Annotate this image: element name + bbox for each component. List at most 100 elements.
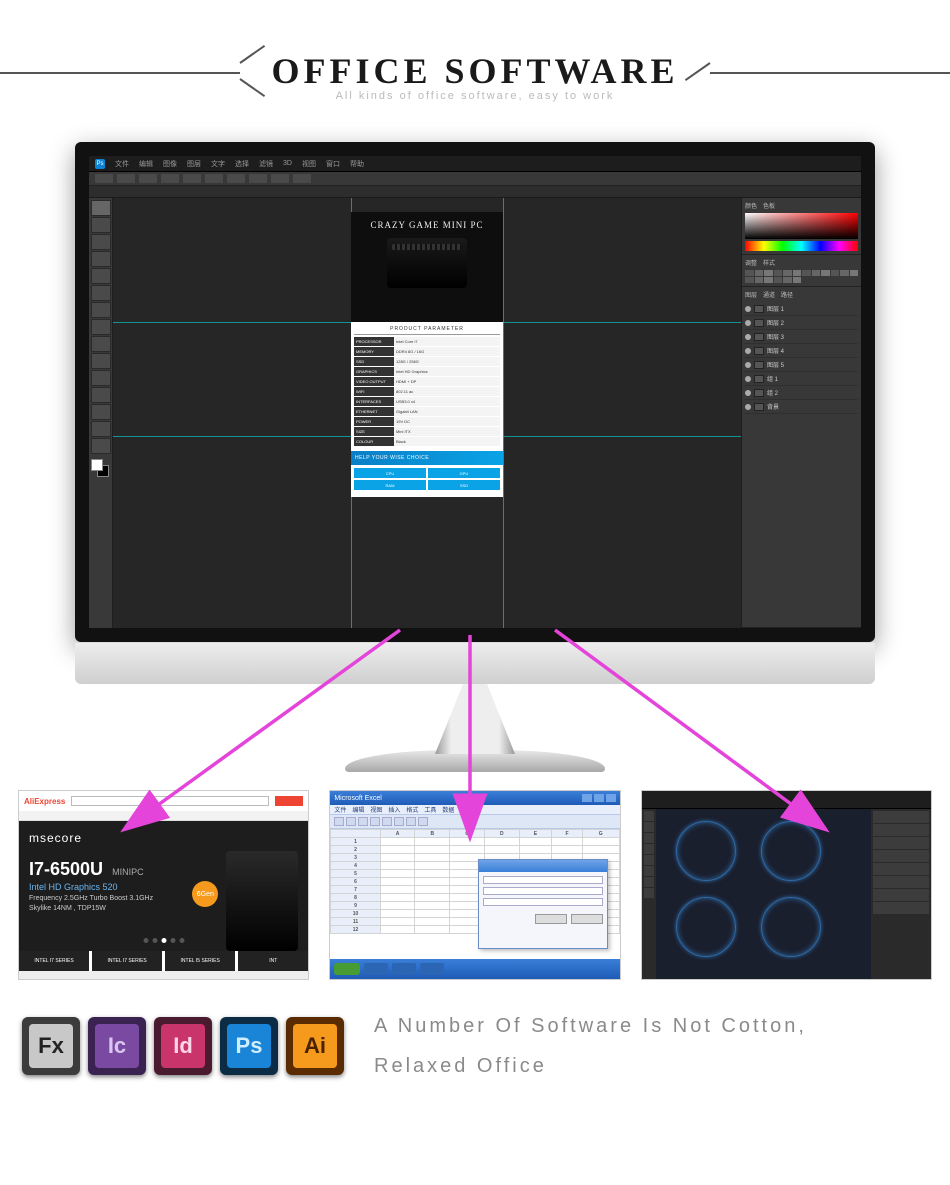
dialog-titlebar[interactable] xyxy=(479,860,607,872)
ai-canvas[interactable] xyxy=(656,809,871,979)
excel-titlebar[interactable]: Microsoft Excel xyxy=(330,791,619,805)
menu-item[interactable]: 编辑 xyxy=(139,159,153,169)
ps-panels[interactable]: 颜色 色板 调整 样式 xyxy=(741,198,861,628)
hand-tool-icon[interactable] xyxy=(91,421,111,437)
color-swatch-icon[interactable] xyxy=(91,459,109,477)
ps-toolbox[interactable] xyxy=(89,198,113,628)
tool-icon[interactable] xyxy=(418,817,428,826)
taskbar-item[interactable] xyxy=(364,963,388,975)
panel-tab[interactable]: 样式 xyxy=(763,258,775,267)
tool-icon[interactable] xyxy=(358,817,368,826)
menu-item[interactable]: 视图 xyxy=(302,159,316,169)
panel-tab[interactable]: 路径 xyxy=(781,290,793,299)
menu-item[interactable]: 文字 xyxy=(211,159,225,169)
menu-item[interactable]: 3D xyxy=(283,160,292,167)
canvas-document[interactable]: CRAZY GAME MINI PC PRODUCT PARAMETER PRO… xyxy=(351,212,503,497)
shape-tool-icon[interactable] xyxy=(91,404,111,420)
ai-toolbox[interactable] xyxy=(642,809,656,979)
excel-grid[interactable]: A B C D E F G 1 2 3 4 5 6 7 8 9 10 11 12 xyxy=(330,829,619,959)
col-header[interactable]: E xyxy=(519,830,552,838)
find-replace-dialog[interactable] xyxy=(478,859,608,949)
panel-tab[interactable]: 色板 xyxy=(763,201,775,210)
panel-row[interactable] xyxy=(873,850,929,862)
panel-row[interactable] xyxy=(873,876,929,888)
tool-icon[interactable] xyxy=(644,822,654,832)
visibility-icon[interactable] xyxy=(745,320,751,326)
panel-tab[interactable]: 通道 xyxy=(763,290,775,299)
search-button[interactable] xyxy=(275,796,303,806)
category-strip[interactable]: INTEL I7 SERIES INTEL I7 SERIES INTEL I5… xyxy=(19,951,308,971)
layer-row[interactable]: 图层 2 xyxy=(745,316,858,330)
option-chip[interactable] xyxy=(205,174,223,183)
color-picker[interactable] xyxy=(745,213,858,239)
text-tool-icon[interactable] xyxy=(91,387,111,403)
windows-taskbar[interactable] xyxy=(330,959,619,979)
panel-row[interactable] xyxy=(873,902,929,914)
tool-icon[interactable] xyxy=(644,888,654,898)
search-input[interactable] xyxy=(71,796,269,806)
find-input[interactable] xyxy=(483,876,603,884)
wand-tool-icon[interactable] xyxy=(91,251,111,267)
cancel-button[interactable] xyxy=(571,914,603,924)
option-chip[interactable] xyxy=(117,174,135,183)
eraser-tool-icon[interactable] xyxy=(91,336,111,352)
ai-menubar[interactable] xyxy=(642,791,931,809)
ps-options-bar[interactable] xyxy=(89,172,861,186)
menu-item[interactable]: 帮助 xyxy=(350,159,364,169)
tool-icon[interactable] xyxy=(644,844,654,854)
strip-item[interactable]: INTEL I5 SERIES xyxy=(165,951,235,971)
option-chip[interactable] xyxy=(95,174,113,183)
move-tool-icon[interactable] xyxy=(91,200,111,216)
strip-item[interactable]: INT xyxy=(238,951,308,971)
layer-row[interactable]: 组 2 xyxy=(745,386,858,400)
col-header[interactable]: B xyxy=(415,830,450,838)
lasso-tool-icon[interactable] xyxy=(91,234,111,250)
brush-tool-icon[interactable] xyxy=(91,302,111,318)
close-icon[interactable] xyxy=(606,794,616,802)
ps-canvas[interactable]: CRAZY GAME MINI PC PRODUCT PARAMETER PRO… xyxy=(113,198,741,628)
col-header[interactable]: C xyxy=(450,830,485,838)
gradient-tool-icon[interactable] xyxy=(91,353,111,369)
menu-item[interactable]: 图像 xyxy=(163,159,177,169)
start-button[interactable] xyxy=(334,963,360,975)
col-header[interactable]: A xyxy=(380,830,415,838)
layer-row[interactable]: 图层 3 xyxy=(745,330,858,344)
taskbar-item[interactable] xyxy=(420,963,444,975)
eyedropper-tool-icon[interactable] xyxy=(91,285,111,301)
panel-tab[interactable]: 颜色 xyxy=(745,201,757,210)
replace-input[interactable] xyxy=(483,887,603,895)
strip-item[interactable]: INTEL I7 SERIES xyxy=(92,951,162,971)
layer-row[interactable]: 图层 1 xyxy=(745,302,858,316)
layer-row[interactable]: 图层 5 xyxy=(745,358,858,372)
menu-item[interactable]: 工具 xyxy=(424,805,436,814)
strip-item[interactable]: INTEL I7 SERIES xyxy=(19,951,89,971)
tool-icon[interactable] xyxy=(370,817,380,826)
minimize-icon[interactable] xyxy=(582,794,592,802)
ps-document-tabs[interactable] xyxy=(89,186,861,198)
option-chip[interactable] xyxy=(139,174,157,183)
visibility-icon[interactable] xyxy=(745,390,751,396)
option-chip[interactable] xyxy=(293,174,311,183)
layer-row[interactable]: 背景 xyxy=(745,400,858,414)
menu-item[interactable]: 文件 xyxy=(115,159,129,169)
option-chip[interactable] xyxy=(249,174,267,183)
adjustment-grid[interactable] xyxy=(745,270,858,283)
pen-tool-icon[interactable] xyxy=(91,370,111,386)
ps-menubar[interactable]: Ps 文件 编辑 图像 图层 文字 选择 滤镜 3D 视图 窗口 帮助 xyxy=(89,156,861,172)
tool-icon[interactable] xyxy=(334,817,344,826)
excel-toolbar[interactable] xyxy=(330,815,619,829)
option-chip[interactable] xyxy=(161,174,179,183)
aliexpress-logo[interactable]: AliExpress xyxy=(24,797,65,806)
menu-item[interactable]: 文件 xyxy=(334,805,346,814)
option-input[interactable] xyxy=(483,898,603,906)
panel-tab[interactable]: 图层 xyxy=(745,290,757,299)
tool-icon[interactable] xyxy=(644,811,654,821)
option-chip[interactable] xyxy=(271,174,289,183)
panel-row[interactable] xyxy=(873,811,929,823)
crop-tool-icon[interactable] xyxy=(91,268,111,284)
carousel-dots[interactable] xyxy=(143,938,184,943)
panel-row[interactable] xyxy=(873,863,929,875)
tool-icon[interactable] xyxy=(644,855,654,865)
stamp-tool-icon[interactable] xyxy=(91,319,111,335)
col-header[interactable]: F xyxy=(552,830,583,838)
